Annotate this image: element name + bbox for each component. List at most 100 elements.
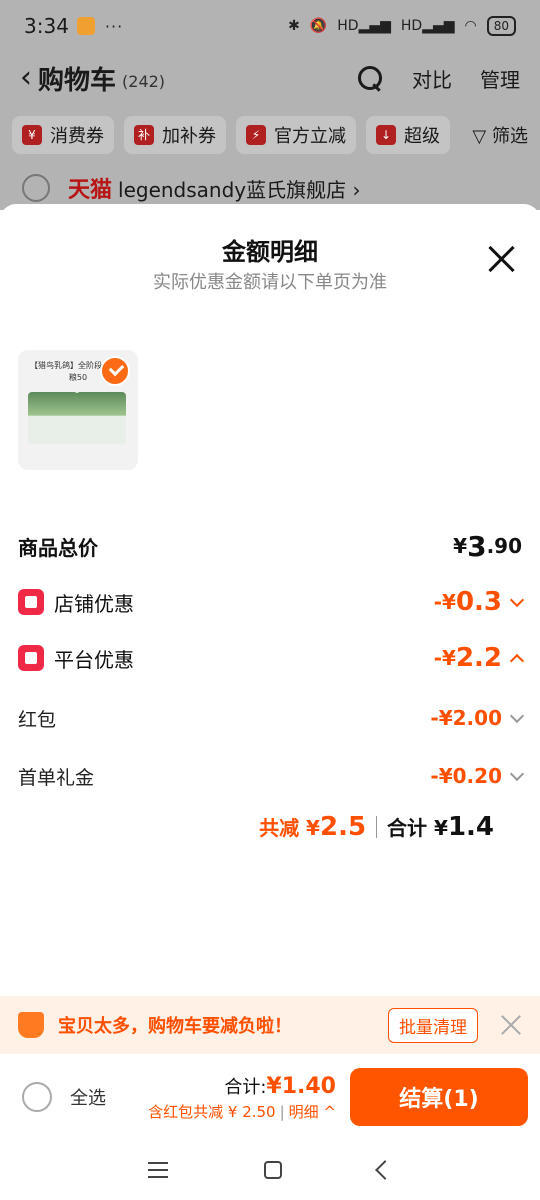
discount-amount: 2.00 bbox=[452, 706, 502, 730]
chip-coupon[interactable]: ¥ 消费券 bbox=[12, 116, 114, 154]
chevron-down-icon bbox=[509, 592, 525, 608]
detail-link[interactable]: 明细 ^ bbox=[289, 1103, 336, 1121]
store-select-radio[interactable] bbox=[22, 174, 50, 202]
checkout-discount-text: 含红包共减 ¥ 2.50 bbox=[148, 1102, 276, 1121]
checkout-discount-line: 含红包共减 ¥ 2.50 | 明细 ^ bbox=[148, 1101, 336, 1122]
chevron-down-icon bbox=[509, 708, 525, 724]
store-discount-row[interactable]: 店铺优惠 -¥ 0.3 bbox=[18, 582, 525, 622]
filter-label: 筛选 bbox=[492, 126, 528, 147]
checkout-totals: 合计:¥1.40 含红包共减 ¥ 2.50 | 明细 ^ bbox=[148, 1073, 336, 1122]
signal-icon-2: HD▂▄▆ bbox=[400, 18, 455, 34]
signal-icon-1: HD▂▄▆ bbox=[337, 18, 391, 34]
total-price-row: 商品总价 ¥3.90 bbox=[18, 526, 522, 566]
funnel-icon: ▽ bbox=[472, 126, 487, 147]
chevron-up-icon bbox=[509, 653, 525, 669]
chip-super[interactable]: ↓ 超级 bbox=[366, 116, 450, 154]
first-order-gift-label: 首单礼金 bbox=[18, 766, 95, 789]
total-price-value: ¥3.90 bbox=[453, 530, 522, 563]
sheet-total: 合计 ¥1.4 bbox=[387, 812, 494, 842]
arrow-down-icon: ↓ bbox=[376, 125, 396, 145]
select-all-radio[interactable] bbox=[22, 1082, 52, 1112]
discount-amount: 0.20 bbox=[452, 764, 502, 788]
hd-label-2: HD bbox=[400, 18, 423, 34]
subsidy-icon: 补 bbox=[134, 125, 154, 145]
app-notification-icon bbox=[76, 17, 95, 35]
mascot-icon bbox=[18, 1012, 44, 1038]
red-packet-value: -¥ 2.00 bbox=[430, 706, 525, 730]
status-time: 3:34 bbox=[24, 14, 69, 38]
filter-button[interactable]: ▽ 筛选 bbox=[464, 122, 528, 148]
sheet-summary: 共减 ¥2.5 合计 ¥1.4 bbox=[259, 812, 494, 842]
select-all-label[interactable]: 全选 bbox=[70, 1084, 106, 1110]
coupon-icon: ¥ bbox=[22, 125, 42, 145]
currency-symbol: ¥ bbox=[453, 534, 468, 558]
total-discount-label: 共减 ¥ bbox=[259, 816, 320, 840]
minus-currency: -¥ bbox=[430, 764, 453, 788]
store-icon bbox=[18, 589, 44, 615]
price-integer: 3 bbox=[467, 529, 487, 563]
status-bar: 3:34 ··· ✱ 🔕 HD▂▄▆ HD▂▄▆ ◠ 80 bbox=[0, 0, 540, 52]
back-nav-icon[interactable] bbox=[375, 1160, 395, 1180]
product-bag-image bbox=[76, 392, 126, 444]
status-icons: ✱ 🔕 HD▂▄▆ HD▂▄▆ ◠ 80 bbox=[288, 16, 516, 36]
chip-label: 官方立减 bbox=[274, 126, 346, 147]
first-order-gift-row[interactable]: 首单礼金 -¥ 0.20 bbox=[18, 756, 525, 796]
system-nav-bar bbox=[0, 1140, 540, 1200]
hd-label-1: HD bbox=[337, 18, 359, 34]
selected-check-icon[interactable] bbox=[100, 356, 130, 386]
compare-button[interactable]: 对比 bbox=[412, 64, 452, 93]
discount-amount: 0.3 bbox=[455, 587, 502, 617]
store-discount-value: -¥ 0.3 bbox=[433, 587, 525, 617]
bluetooth-icon: ✱ bbox=[288, 18, 300, 34]
checkout-total-amount: ¥1.40 bbox=[266, 1073, 336, 1099]
notice-text: 宝贝太多，购物车要减负啦！ bbox=[58, 1016, 292, 1037]
cart-header: ‹ 购物车 (242) 对比 管理 bbox=[0, 52, 540, 104]
lightning-icon: ⚡ bbox=[246, 125, 266, 145]
divider bbox=[376, 816, 378, 838]
search-icon[interactable] bbox=[356, 64, 384, 92]
sheet-subtitle: 实际优惠金额请以下单页为准 bbox=[153, 272, 387, 293]
filter-chips: ¥ 消费券 补加补券 ⚡ 官方立减 ↓ 超级 ▽ 筛选 bbox=[0, 104, 540, 166]
divider: | bbox=[279, 1102, 285, 1121]
store-name[interactable]: legendsandy蓝氏旗舰店 › bbox=[118, 174, 360, 203]
minus-currency: -¥ bbox=[433, 646, 456, 670]
platform-discount-label: 平台优惠 bbox=[54, 647, 134, 672]
chip-label: 超级 bbox=[404, 126, 440, 147]
chip-label: 加补券 bbox=[162, 126, 216, 147]
chip-subsidy[interactable]: 补加补券 bbox=[124, 116, 226, 154]
checkout-bar: 全选 合计:¥1.40 含红包共减 ¥ 2.50 | 明细 ^ 结算(1) bbox=[0, 1054, 540, 1140]
wifi-icon: ◠ bbox=[464, 18, 477, 34]
recent-apps-icon[interactable] bbox=[148, 1162, 168, 1178]
close-icon[interactable] bbox=[486, 244, 516, 274]
sheet-total-label: 合计 ¥ bbox=[387, 816, 448, 840]
settle-button[interactable]: 结算(1) bbox=[350, 1068, 528, 1126]
discount-amount: 2.2 bbox=[455, 643, 502, 673]
total-price-label: 商品总价 bbox=[18, 535, 98, 560]
batch-clean-button[interactable]: 批量清理 bbox=[388, 1007, 478, 1043]
platform-discount-row[interactable]: 平台优惠 -¥ 2.2 bbox=[18, 638, 525, 678]
minus-currency: -¥ bbox=[430, 706, 453, 730]
price-decimal: .90 bbox=[486, 534, 522, 558]
battery-icon: 80 bbox=[486, 16, 516, 36]
store-discount-label: 店铺优惠 bbox=[54, 591, 134, 616]
total-discount: 共减 ¥2.5 bbox=[259, 812, 366, 842]
chevron-down-icon bbox=[509, 766, 525, 782]
chip-label: 消费券 bbox=[50, 126, 104, 147]
first-order-gift-value: -¥ 0.20 bbox=[430, 764, 525, 788]
red-packet-label: 红包 bbox=[18, 708, 57, 731]
back-icon[interactable]: ‹ bbox=[20, 63, 32, 93]
cart-cleanup-notice: 宝贝太多，购物车要减负啦！ 批量清理 bbox=[0, 996, 540, 1054]
red-packet-row[interactable]: 红包 -¥ 2.00 bbox=[18, 698, 525, 738]
sheet-total-amount: 1.4 bbox=[447, 812, 494, 842]
manage-button[interactable]: 管理 bbox=[480, 64, 520, 93]
checkout-total-label: 合计: bbox=[224, 1076, 267, 1098]
cart-count: (242) bbox=[122, 71, 166, 91]
minus-currency: -¥ bbox=[433, 590, 456, 614]
checkout-total-line: 合计:¥1.40 bbox=[148, 1073, 336, 1099]
platform-discount-value: -¥ 2.2 bbox=[433, 643, 525, 673]
home-icon[interactable] bbox=[264, 1161, 282, 1179]
chip-official-discount[interactable]: ⚡ 官方立减 bbox=[236, 116, 356, 154]
more-notifications-icon: ··· bbox=[104, 16, 124, 36]
page-title: 购物车 bbox=[38, 65, 117, 96]
close-icon[interactable] bbox=[500, 1014, 522, 1036]
